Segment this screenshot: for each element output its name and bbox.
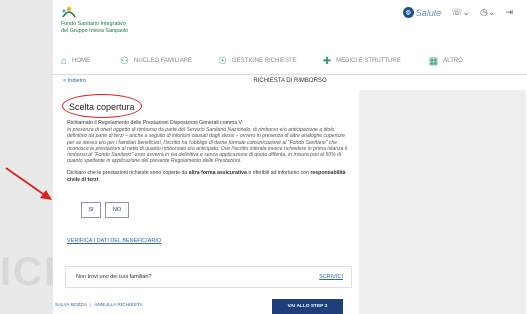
logout-icon[interactable]: ⇥ bbox=[505, 7, 513, 18]
partner-name: Salute bbox=[415, 7, 442, 18]
app-window: Fondo Sanitario Integrativo del Gruppo I… bbox=[53, 0, 527, 314]
partner-logo: ◎ Salute bbox=[402, 7, 442, 18]
next-step-button[interactable]: VAI ALLO STEP 3 bbox=[272, 299, 343, 314]
declaration-text: Dichiaro che le prestazioni richieste so… bbox=[67, 170, 349, 183]
header: Fondo Sanitario Integrativo del Gruppo I… bbox=[53, 0, 527, 46]
header-actions: ◎ Salute ☏⌄ ◷⌄ ⇥ bbox=[402, 7, 513, 18]
rule-text: In presenza di oneri oggetto di rimborso… bbox=[67, 127, 348, 165]
cancel-request-link[interactable]: ANNULLA RICHIESTA bbox=[94, 303, 142, 308]
section-title: Scelta copertura bbox=[69, 102, 135, 112]
declaration-bold1: altra forma assicurativa bbox=[188, 170, 247, 176]
chat-icon[interactable]: ☏⌄ bbox=[451, 7, 470, 18]
family-not-found-box: Non trovi uno dei tuoi familiari? SCRIVI… bbox=[65, 266, 352, 288]
nav-requests[interactable]: ☉ GESTIONE RICHIESTE bbox=[210, 56, 305, 67]
page-title: RICHIESTA DI RIMBORSO bbox=[253, 78, 327, 84]
user-icon[interactable]: ◷⌄ bbox=[480, 7, 495, 18]
main-nav: ⌂ HOME ⚇ NUCLEO FAMILIARE ☉ GESTIONE RIC… bbox=[53, 48, 527, 75]
nav-other-label: ALTRO bbox=[443, 58, 463, 64]
nav-doctors-label: MEDICI E STRUTTURE bbox=[336, 58, 401, 64]
grid-icon: ▦ bbox=[428, 55, 439, 67]
rule-heading: Richiamato il Regolamento delle Prestazi… bbox=[67, 120, 244, 126]
no-button[interactable]: NO bbox=[105, 202, 129, 218]
requests-icon: ☉ bbox=[218, 55, 227, 67]
partner-logo-icon: ◎ bbox=[402, 7, 414, 18]
save-draft-link[interactable]: SALVA BOZZA bbox=[55, 303, 87, 308]
nav-family[interactable]: ⚇ NUCLEO FAMILIARE bbox=[112, 56, 200, 67]
nav-family-label: NUCLEO FAMILIARE bbox=[134, 58, 193, 64]
side-panel bbox=[359, 90, 526, 314]
medical-icon: ✚ bbox=[322, 55, 332, 67]
sub-header: < Indietro RICHIESTA DI RIMBORSO bbox=[53, 75, 527, 89]
nav-home-label: HOME bbox=[72, 58, 91, 64]
family-not-found-text: Non trovi uno dei tuoi familiari? bbox=[76, 274, 152, 280]
nav-home[interactable]: ⌂ HOME bbox=[53, 56, 98, 67]
declaration-part1: Dichiaro che le prestazioni richieste so… bbox=[67, 170, 189, 176]
footer-links: SALVA BOZZA | ANNULLA RICHIESTA bbox=[55, 303, 143, 308]
org-name-line1: Fondo Sanitario Integrativo bbox=[61, 21, 126, 27]
annotation-arrow-icon bbox=[5, 167, 52, 200]
write-us-link[interactable]: SCRIVICI bbox=[319, 274, 343, 280]
home-icon: ⌂ bbox=[61, 55, 68, 67]
family-icon: ⚇ bbox=[120, 55, 130, 67]
declaration-part2: o riferibili ad infortunio con bbox=[246, 170, 311, 176]
logo-icon bbox=[62, 6, 76, 18]
footer-separator: | bbox=[89, 303, 92, 308]
org-name-line2: del Gruppo Intesa Sanpaolo bbox=[61, 27, 129, 34]
nav-other[interactable]: ▦ ALTRO bbox=[421, 56, 471, 67]
nav-requests-label: GESTIONE RICHIESTE bbox=[232, 58, 297, 64]
org-name: Fondo Sanitario Integrativo del Gruppo I… bbox=[61, 21, 128, 34]
nav-doctors[interactable]: ✚ MEDICI E STRUTTURE bbox=[315, 56, 409, 67]
yes-button[interactable]: SI bbox=[81, 202, 101, 218]
verify-beneficiary-link[interactable]: VERIFICA I DATI DEL BENEFICIARIO bbox=[67, 238, 161, 244]
